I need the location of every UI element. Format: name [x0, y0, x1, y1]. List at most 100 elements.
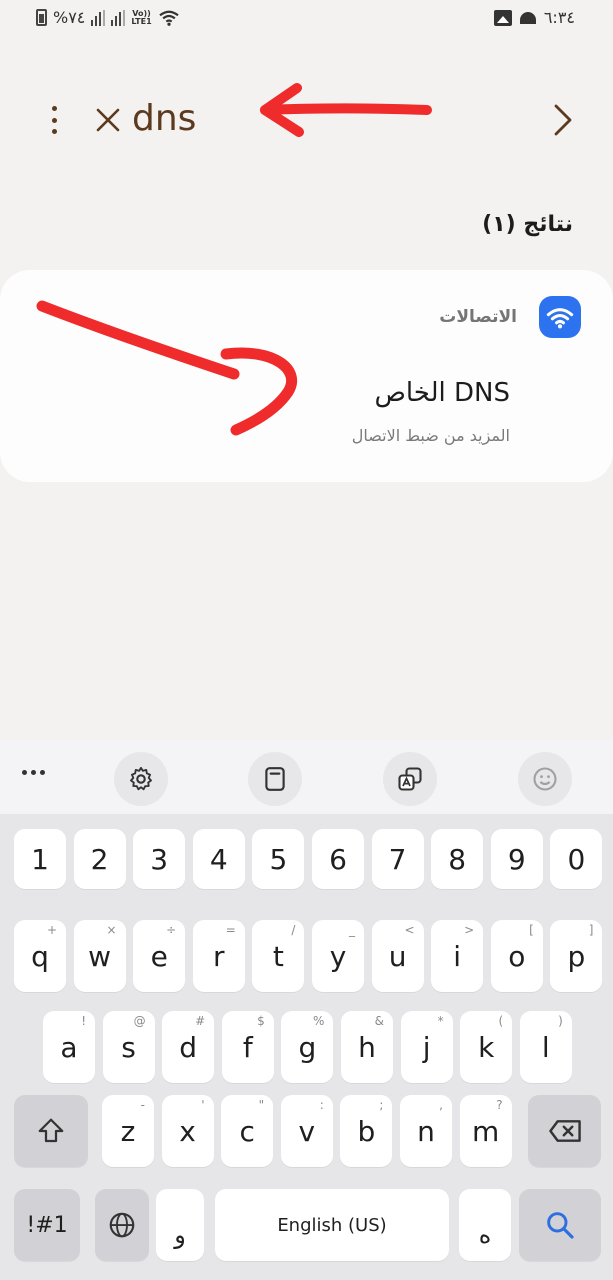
globe-icon: [109, 1212, 135, 1238]
key-3[interactable]: 3: [133, 829, 186, 889]
arabic-key-ha[interactable]: ه: [459, 1189, 511, 1261]
key-m[interactable]: m?: [459, 1095, 512, 1167]
key-p-label: p: [567, 939, 586, 973]
key-h[interactable]: h &: [341, 1011, 393, 1083]
key-i[interactable]: i >: [431, 920, 484, 992]
key-s-hint: @: [133, 1014, 146, 1028]
shift-key[interactable]: [14, 1095, 88, 1167]
keyboard-clipboard-button[interactable]: [248, 752, 302, 806]
key-t[interactable]: t /: [252, 920, 305, 992]
key-2[interactable]: 2: [73, 829, 126, 889]
key-j-hint: *: [437, 1014, 444, 1028]
key-c[interactable]: c ": [221, 1095, 274, 1167]
key-x-hint: ': [201, 1098, 205, 1112]
key-x[interactable]: x ': [161, 1095, 214, 1167]
keyboard: 1 2 3 4 5 6 7 8 9 0 q + w × e ÷ r = t / y _ u < i > o[p] a! s @ d # f $ g%…: [0, 740, 613, 1280]
key-i-label: i: [453, 939, 462, 973]
backspace-key[interactable]: [528, 1095, 601, 1167]
translate-icon: [398, 767, 422, 791]
key-w-label: w: [88, 939, 112, 973]
key-9[interactable]: 9: [490, 829, 543, 889]
key-z[interactable]: z-: [102, 1095, 154, 1167]
signal-icon-2: [111, 9, 126, 26]
key-8[interactable]: 8: [431, 829, 484, 889]
keyboard-emoji-button[interactable]: [518, 752, 572, 806]
arabic-key-waw[interactable]: و: [156, 1189, 204, 1261]
key-f-hint: $: [257, 1014, 265, 1028]
key-j[interactable]: j *: [400, 1011, 453, 1083]
key-u[interactable]: u <: [371, 920, 424, 992]
clear-search-button[interactable]: [92, 104, 124, 136]
key-f[interactable]: f $: [221, 1011, 274, 1083]
key-o[interactable]: o[: [490, 920, 543, 992]
back-button[interactable]: [547, 102, 577, 138]
search-key[interactable]: [519, 1189, 601, 1261]
key-k-label: k: [478, 1030, 495, 1064]
key-0-label: 0: [567, 842, 586, 876]
key-d[interactable]: d #: [162, 1011, 215, 1083]
keyboard-settings-button[interactable]: [114, 752, 168, 806]
key-z-hint: -: [140, 1098, 145, 1112]
key-q-hint: +: [46, 923, 57, 937]
key-m-hint: ?: [496, 1098, 503, 1112]
key-s[interactable]: s @: [102, 1011, 155, 1083]
key-a[interactable]: a!: [43, 1011, 95, 1083]
key-5[interactable]: 5: [252, 829, 305, 889]
key-g[interactable]: g%: [281, 1011, 334, 1083]
key-b[interactable]: b;: [340, 1095, 393, 1167]
key-h-hint: &: [374, 1014, 384, 1028]
key-d-hint: #: [195, 1014, 206, 1028]
key-a-label: a: [60, 1030, 78, 1064]
key-l[interactable]: l): [519, 1011, 572, 1083]
key-r[interactable]: r =: [192, 920, 245, 992]
result-category-row: الاتصالات: [439, 296, 581, 338]
key-7-label: 7: [388, 842, 407, 876]
key-e-hint: ÷: [166, 923, 177, 937]
key-z-label: z: [120, 1114, 136, 1148]
results-count-title: نتائج (١): [482, 212, 573, 237]
result-item-subtitle: المزيد من ضبط الاتصال: [351, 426, 510, 445]
clock: ٦:٣٤: [543, 8, 575, 27]
key-n-hint: ,: [439, 1098, 443, 1112]
key-c-hint: ": [258, 1098, 265, 1112]
key-y[interactable]: y _: [312, 920, 364, 992]
key-4[interactable]: 4: [192, 829, 245, 889]
shift-icon: [38, 1118, 64, 1143]
more-options-button[interactable]: [40, 102, 68, 138]
key-w[interactable]: w ×: [73, 920, 126, 992]
more-vert-icon: [51, 106, 57, 111]
key-7[interactable]: 7: [371, 829, 424, 889]
key-d-label: d: [179, 1030, 198, 1064]
more-horiz-icon[interactable]: [22, 770, 45, 775]
language-key[interactable]: [95, 1189, 149, 1261]
key-r-hint: =: [225, 923, 236, 937]
search-input[interactable]: dns: [132, 98, 196, 139]
key-c-label: c: [239, 1114, 255, 1148]
key-j-label: j: [422, 1030, 431, 1064]
key-e[interactable]: e ÷: [133, 920, 186, 992]
key-9-label: 9: [507, 842, 526, 876]
key-i-hint: >: [464, 923, 475, 937]
key-v-label: v: [298, 1114, 316, 1148]
key-0[interactable]: 0: [550, 829, 603, 889]
key-3-label: 3: [150, 842, 169, 876]
key-q[interactable]: q +: [14, 920, 66, 992]
space-key[interactable]: English (US): [215, 1189, 449, 1261]
keyboard-translate-button[interactable]: [383, 752, 437, 806]
clipboard-icon: [265, 767, 285, 791]
result-item-title[interactable]: DNS الخاص: [374, 378, 510, 408]
key-n[interactable]: n,: [400, 1095, 452, 1167]
backspace-icon: [548, 1120, 581, 1142]
key-o-hint: [: [529, 923, 534, 937]
key-u-label: u: [388, 939, 407, 973]
key-v[interactable]: v:: [280, 1095, 333, 1167]
key-p[interactable]: p]: [550, 920, 603, 992]
key-k[interactable]: k(: [460, 1011, 513, 1083]
key-r-label: r: [213, 939, 225, 973]
key-6[interactable]: 6: [312, 829, 364, 889]
key-t-hint: /: [291, 923, 296, 937]
key-1[interactable]: 1: [14, 829, 66, 889]
symbols-key[interactable]: !#1: [14, 1189, 80, 1261]
key-g-hint: %: [312, 1014, 325, 1028]
key-8-label: 8: [448, 842, 467, 876]
